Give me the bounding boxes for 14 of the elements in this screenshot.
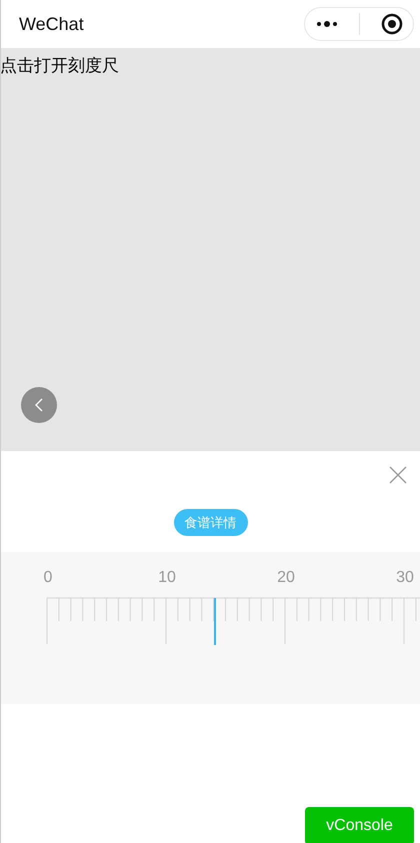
back-button[interactable] <box>21 387 57 423</box>
close-target-icon[interactable] <box>380 13 402 35</box>
chevron-left-icon <box>35 398 43 412</box>
vconsole-button[interactable]: vConsole <box>305 807 414 843</box>
recipe-details-button[interactable]: 食谱详情 <box>174 509 248 536</box>
ruler-label: 10 <box>158 569 176 587</box>
ruler-indicator[interactable] <box>214 598 216 645</box>
ruler-label: 30 <box>396 569 414 587</box>
close-icon[interactable] <box>389 466 407 484</box>
window-title: WeChat <box>19 14 84 34</box>
open-ruler-text[interactable]: 点击打开刻度尺 <box>1 54 119 77</box>
more-icon[interactable] <box>316 20 338 28</box>
ruler-label: 20 <box>277 569 295 587</box>
ruler-label: 0 <box>44 569 52 587</box>
